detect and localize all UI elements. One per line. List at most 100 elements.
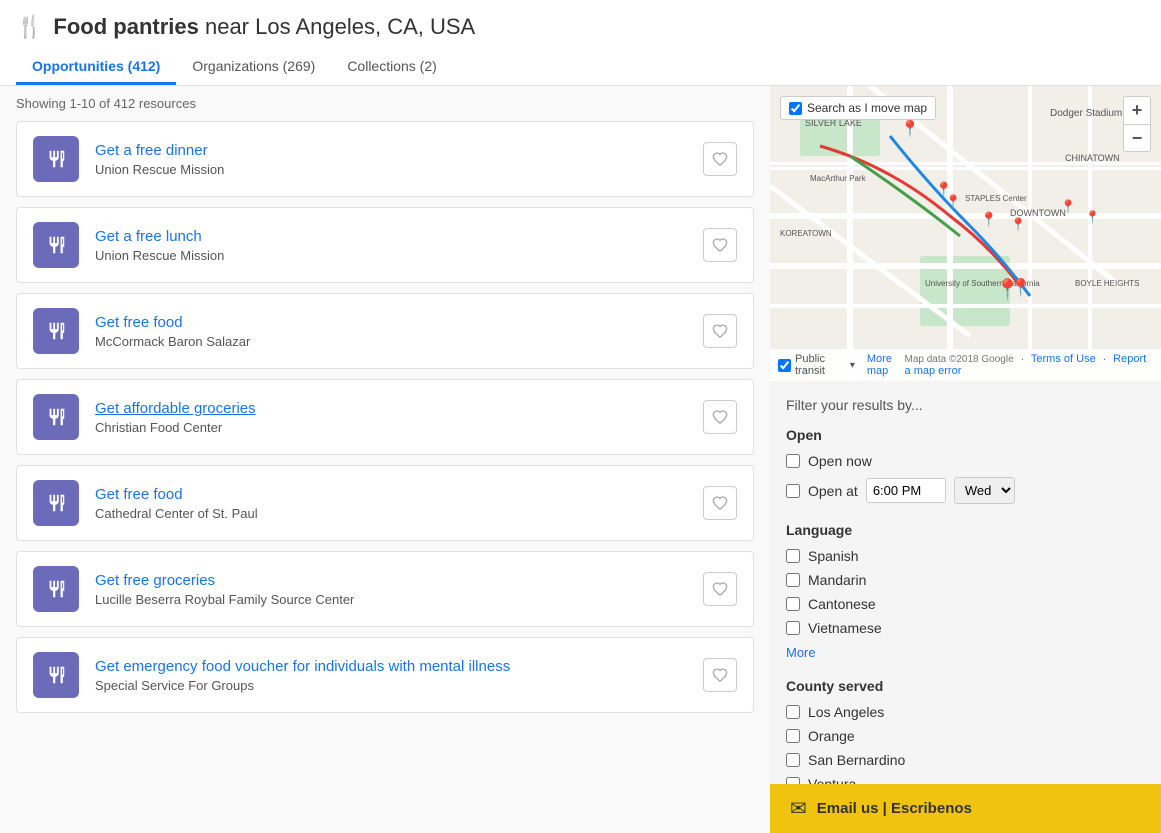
resource-content: Get emergency food voucher for individua… (95, 658, 687, 693)
favorite-button[interactable] (703, 228, 737, 262)
favorite-button[interactable] (703, 486, 737, 520)
resource-icon (33, 652, 79, 698)
resource-org: Lucille Beserra Roybal Family Source Cen… (95, 592, 687, 607)
search-as-move-label: Search as I move map (807, 101, 927, 115)
spanish-label: Spanish (808, 548, 859, 564)
left-panel: Showing 1-10 of 412 resources Get a free… (0, 86, 770, 833)
svg-text:📍: 📍 (1085, 210, 1100, 224)
resource-org: Special Service For Groups (95, 678, 687, 693)
public-transit-label: Public transit (795, 353, 843, 377)
tab-opportunities[interactable]: Opportunities (412) (16, 50, 176, 85)
search-as-move-checkbox[interactable] (789, 102, 802, 115)
email-bar[interactable]: ✉ Email us | Escribenos (770, 784, 1161, 833)
filter-section-open-title: Open (786, 427, 1145, 443)
list-item: Get free food Cathedral Center of St. Pa… (16, 465, 754, 541)
resource-icon (33, 566, 79, 612)
resource-icon (33, 136, 79, 182)
favorite-button[interactable] (703, 142, 737, 176)
resource-title[interactable]: Get free food (95, 486, 183, 503)
resource-title[interactable]: Get a free dinner (95, 142, 208, 159)
san-bernardino-checkbox[interactable] (786, 753, 800, 767)
svg-text:KOREATOWN: KOREATOWN (780, 229, 832, 238)
resource-title[interactable]: Get a free lunch (95, 228, 202, 245)
resource-org: McCormack Baron Salazar (95, 334, 687, 349)
fork-knife-icon (45, 578, 67, 600)
filter-option-mandarin: Mandarin (786, 572, 1145, 588)
page-title: Food pantries near Los Angeles, CA, USA (53, 14, 475, 40)
resource-title[interactable]: Get free groceries (95, 572, 215, 589)
resource-title[interactable]: Get emergency food voucher for individua… (95, 658, 510, 675)
filter-section-county: County served Los Angeles Orange San Ber… (786, 678, 1145, 784)
language-more-link[interactable]: More (786, 645, 816, 660)
tab-organizations[interactable]: Organizations (269) (176, 50, 331, 85)
resource-list: Get a free dinner Union Rescue Mission G… (0, 121, 770, 713)
filter-section-language: Language Spanish Mandarin Cantonese Viet… (786, 522, 1145, 660)
vietnamese-checkbox[interactable] (786, 621, 800, 635)
public-transit-checkbox[interactable] (778, 359, 791, 372)
svg-text:Dodger Stadium: Dodger Stadium (1050, 108, 1122, 119)
heart-icon (712, 323, 728, 339)
favorite-button[interactable] (703, 658, 737, 692)
heart-icon (712, 667, 728, 683)
heart-icon (712, 151, 728, 167)
more-map-link[interactable]: More map (867, 353, 905, 377)
list-item: Get free food McCormack Baron Salazar (16, 293, 754, 369)
resource-icon (33, 480, 79, 526)
resource-icon (33, 308, 79, 354)
svg-text:MacArthur Park: MacArthur Park (810, 174, 867, 183)
svg-text:CHINATOWN: CHINATOWN (1065, 153, 1120, 163)
results-count: Showing 1-10 of 412 resources (0, 86, 770, 121)
filter-option-ventura: Ventura (786, 776, 1145, 784)
heart-icon (712, 409, 728, 425)
filter-option-open-at: Open at Wed Mon Tue Thu Fri Sat Sun (786, 477, 1145, 504)
svg-text:📍: 📍 (1010, 277, 1031, 297)
mandarin-checkbox[interactable] (786, 573, 800, 587)
favorite-button[interactable] (703, 400, 737, 434)
zoom-in-button[interactable]: + (1123, 96, 1151, 124)
favorite-button[interactable] (703, 572, 737, 606)
list-item: Get affordable groceries Christian Food … (16, 379, 754, 455)
header: 🍴 Food pantries near Los Angeles, CA, US… (0, 0, 1161, 86)
ventura-label: Ventura (808, 776, 856, 784)
open-at-checkbox[interactable] (786, 484, 800, 498)
svg-text:BOYLE HEIGHTS: BOYLE HEIGHTS (1075, 279, 1139, 288)
list-item: Get a free lunch Union Rescue Mission (16, 207, 754, 283)
svg-text:📍: 📍 (980, 211, 997, 228)
open-at-day-select[interactable]: Wed Mon Tue Thu Fri Sat Sun (954, 477, 1015, 504)
filter-section-county-title: County served (786, 678, 1145, 694)
open-at-time-input[interactable] (866, 478, 946, 503)
zoom-out-button[interactable]: − (1123, 124, 1151, 152)
map-area: SILVER LAKE Dodger Stadium MacArthur Par… (770, 86, 1161, 381)
resource-icon (33, 222, 79, 268)
tab-bar: Opportunities (412) Organizations (269) … (16, 50, 1145, 85)
mandarin-label: Mandarin (808, 572, 866, 588)
public-transit-control: Public transit ▾ More map (778, 353, 905, 377)
resource-org: Cathedral Center of St. Paul (95, 506, 687, 521)
resource-title[interactable]: Get affordable groceries (95, 400, 256, 417)
open-now-label: Open now (808, 453, 872, 469)
cantonese-checkbox[interactable] (786, 597, 800, 611)
spanish-checkbox[interactable] (786, 549, 800, 563)
list-item: Get free groceries Lucille Beserra Royba… (16, 551, 754, 627)
favorite-button[interactable] (703, 314, 737, 348)
resource-org: Christian Food Center (95, 420, 687, 435)
los-angeles-checkbox[interactable] (786, 705, 800, 719)
vietnamese-label: Vietnamese (808, 620, 882, 636)
ventura-checkbox[interactable] (786, 777, 800, 784)
orange-label: Orange (808, 728, 855, 744)
tab-collections[interactable]: Collections (2) (331, 50, 452, 85)
filter-option-san-bernardino: San Bernardino (786, 752, 1145, 768)
page-title-row: 🍴 Food pantries near Los Angeles, CA, US… (16, 14, 1145, 40)
heart-icon (712, 581, 728, 597)
list-item: Get emergency food voucher for individua… (16, 637, 754, 713)
terms-of-use-link[interactable]: Terms of Use (1031, 353, 1096, 365)
open-now-checkbox[interactable] (786, 454, 800, 468)
resource-content: Get a free lunch Union Rescue Mission (95, 228, 687, 263)
orange-checkbox[interactable] (786, 729, 800, 743)
map-zoom-controls: + − (1123, 96, 1151, 152)
heart-icon (712, 495, 728, 511)
resource-content: Get affordable groceries Christian Food … (95, 400, 687, 435)
chevron-down-icon: ▾ (850, 360, 855, 371)
resource-content: Get a free dinner Union Rescue Mission (95, 142, 687, 177)
resource-title[interactable]: Get free food (95, 314, 183, 331)
